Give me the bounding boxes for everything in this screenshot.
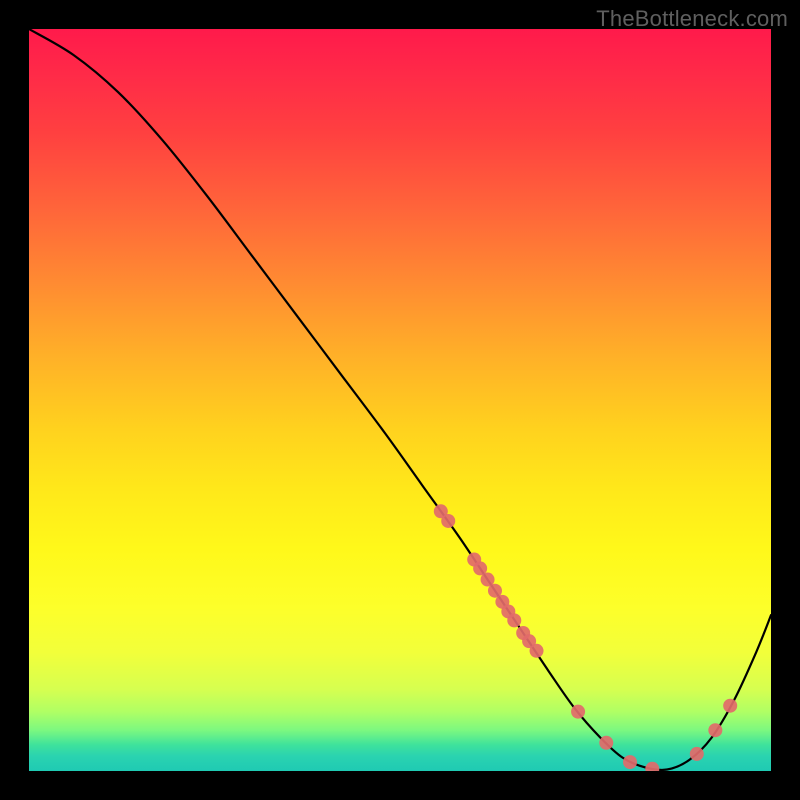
marker-point bbox=[571, 705, 585, 719]
marker-point bbox=[599, 736, 613, 750]
marker-point bbox=[708, 723, 722, 737]
chart-frame: TheBottleneck.com bbox=[0, 0, 800, 800]
chart-overlay bbox=[29, 29, 771, 771]
watermark-text: TheBottleneck.com bbox=[596, 6, 788, 32]
marker-point bbox=[723, 699, 737, 713]
marker-point bbox=[690, 747, 704, 761]
bottleneck-curve bbox=[29, 29, 771, 770]
marker-point bbox=[623, 755, 637, 769]
plot-area bbox=[29, 29, 771, 771]
marker-point bbox=[530, 644, 544, 658]
marker-point bbox=[645, 762, 659, 771]
curve-layer bbox=[29, 29, 771, 770]
markers-layer bbox=[434, 504, 737, 771]
marker-point bbox=[441, 514, 455, 528]
marker-point bbox=[507, 613, 521, 627]
